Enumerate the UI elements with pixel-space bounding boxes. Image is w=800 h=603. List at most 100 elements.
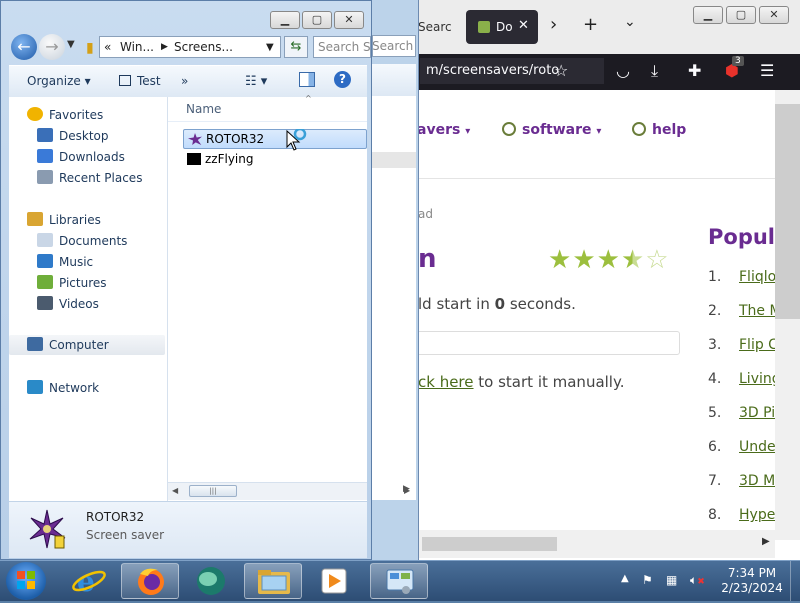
address-overflow-icon[interactable]: «	[104, 40, 111, 54]
menu-icon[interactable]: ☰	[760, 61, 774, 80]
popular-item-link[interactable]: Fliqlo	[739, 269, 776, 285]
url-bar[interactable]: m/screensavers/roto	[420, 58, 604, 84]
tab-close-icon[interactable]: ✕	[518, 18, 529, 33]
nav-item-computer[interactable]: Computer	[9, 335, 165, 355]
star-icon: ★	[572, 245, 596, 275]
clock[interactable]: 7:34 PM 2/23/2024	[718, 566, 786, 596]
scrollbar-thumb[interactable]	[422, 537, 557, 551]
recent-pages-icon[interactable]: ▼	[67, 39, 75, 50]
address-segment-windows[interactable]: Win...	[120, 40, 154, 54]
clock-date: 2/23/2024	[721, 581, 783, 595]
scroll-right-icon[interactable]: ▶	[404, 486, 410, 495]
chevron-right-icon[interactable]: ▶	[161, 42, 168, 52]
horizontal-scrollbar[interactable]: ▶	[370, 530, 775, 558]
nav-item-label: Favorites	[49, 108, 104, 122]
column-header[interactable]: Name ^	[168, 94, 367, 122]
refresh-button[interactable]: ⇆	[284, 36, 308, 58]
nav-item-label: Downloads	[59, 150, 125, 164]
svg-text:e: e	[77, 565, 95, 598]
volume-muted-icon[interactable]: 🔈︎✖	[690, 573, 705, 588]
file-row[interactable]: zzFlying	[183, 150, 367, 170]
vertical-scrollbar[interactable]	[775, 90, 800, 540]
list-all-tabs-icon[interactable]: ⌄	[624, 14, 636, 30]
tab-active[interactable]: Do ✕	[466, 10, 538, 44]
nav-item-music[interactable]: Music	[37, 254, 93, 269]
network-icon	[27, 380, 43, 394]
explorer-window-background[interactable]: Search R ▶	[372, 0, 419, 560]
scroll-right-icon[interactable]: ▶	[762, 536, 770, 547]
maximize-button[interactable]: ▢	[726, 6, 756, 24]
minimize-button[interactable]: ▁	[270, 11, 300, 29]
search-field[interactable]: Search S	[313, 36, 371, 58]
site-nav-help[interactable]: help	[632, 122, 686, 138]
minimize-button[interactable]: ▁	[693, 6, 723, 24]
help-icon[interactable]: ?	[334, 71, 351, 88]
site-nav-software[interactable]: software ▾	[502, 122, 601, 138]
show-hidden-icons[interactable]: ▲	[621, 573, 629, 584]
countdown-text: ld start in 0 seconds.	[418, 295, 576, 313]
nav-item-documents[interactable]: Documents	[37, 233, 127, 248]
extensions-icon[interactable]: ✚	[688, 61, 701, 80]
view-options-icon[interactable]: ☷ ▾	[245, 74, 267, 89]
back-button[interactable]: ←	[11, 34, 37, 60]
scrollbar-thumb[interactable]: |||	[189, 485, 237, 497]
start-button[interactable]	[6, 562, 46, 600]
firefox-icon	[138, 568, 164, 595]
nav-item-pictures[interactable]: Pictures	[37, 275, 107, 290]
firefox-nav-bar: m/screensavers/roto ☆ ◡ ⤓ ✚ ⬢ 3 ☰	[370, 54, 800, 90]
nav-item-network[interactable]: Network	[27, 380, 99, 395]
file-name: ROTOR32	[206, 132, 265, 146]
nav-item-recent-places[interactable]: Recent Places	[37, 170, 142, 185]
column-name[interactable]: Name	[186, 102, 221, 116]
taskbar-explorer[interactable]	[244, 563, 302, 599]
test-button[interactable]: Test	[119, 74, 161, 88]
taskbar-control-panel[interactable]	[370, 563, 428, 599]
explorer-window: ▁ ▢ ✕ ← → ▼ ▮ « Win... ▶ Screens... ▼ ⇆ …	[0, 0, 410, 560]
black-screensaver-icon	[187, 153, 201, 165]
scroll-left-icon[interactable]: ◀	[172, 486, 178, 495]
nav-item-videos[interactable]: Videos	[37, 296, 99, 311]
folder-icon	[258, 570, 290, 594]
forward-button[interactable]: →	[39, 34, 65, 60]
network-status-icon[interactable]: ▦	[666, 573, 677, 587]
manual-start-link[interactable]: ck here	[418, 373, 474, 391]
download-icon[interactable]: ⤓	[651, 61, 658, 81]
address-dropdown-icon[interactable]: ▼	[266, 42, 274, 53]
taskbar-firefox[interactable]	[121, 563, 179, 599]
nav-item-label: Documents	[59, 234, 128, 248]
search-field-background[interactable]: Search R	[372, 35, 416, 57]
show-desktop-button[interactable]	[790, 561, 800, 601]
taskbar-ie[interactable]: e	[60, 563, 118, 599]
details-pane: ROTOR32 Screen saver	[9, 501, 367, 558]
action-center-flag-icon[interactable]: ⚑	[642, 573, 653, 587]
preview-pane-icon[interactable]	[299, 72, 315, 87]
more-commands-button[interactable]: »	[181, 74, 188, 88]
bookmark-star-icon[interactable]: ☆	[554, 61, 568, 80]
pocket-icon[interactable]: ◡	[616, 61, 630, 80]
folder-icon: ▮	[86, 40, 94, 56]
file-row[interactable]: ROTOR32	[183, 129, 367, 149]
close-button[interactable]: ✕	[759, 6, 789, 24]
tab-search-label[interactable]: Searc	[418, 20, 452, 34]
nav-item-libraries[interactable]: Libraries	[27, 212, 101, 227]
tab-scroll-right-icon[interactable]: ›	[550, 14, 557, 35]
nav-item-desktop[interactable]: Desktop	[37, 128, 109, 143]
horizontal-scrollbar[interactable]: ◀ ||| ▶	[168, 482, 410, 500]
site-nav-screensavers[interactable]: avers ▾	[417, 122, 470, 138]
new-tab-icon[interactable]: +	[583, 14, 598, 35]
scrollbar-thumb[interactable]	[775, 104, 800, 319]
taskbar-app-green[interactable]	[182, 563, 240, 599]
organize-button[interactable]: Organize ▾	[27, 74, 91, 88]
nav-item-downloads[interactable]: Downloads	[37, 149, 125, 164]
manual-start-text: ck here to start it manually.	[418, 373, 625, 391]
popular-item-link[interactable]: Flip C	[739, 337, 778, 353]
popular-item-number: 5.	[708, 405, 722, 421]
breadcrumb[interactable]: ad	[418, 207, 433, 221]
taskbar-media-player[interactable]	[305, 563, 363, 599]
nav-item-label: Videos	[59, 297, 99, 311]
close-button[interactable]: ✕	[334, 11, 364, 29]
nav-item-favorites[interactable]: Favorites	[27, 107, 103, 122]
address-segment-screensavers[interactable]: Screens...	[174, 40, 233, 54]
maximize-button[interactable]: ▢	[302, 11, 332, 29]
address-bar[interactable]: ▮ « Win... ▶ Screens... ▼	[86, 36, 281, 58]
